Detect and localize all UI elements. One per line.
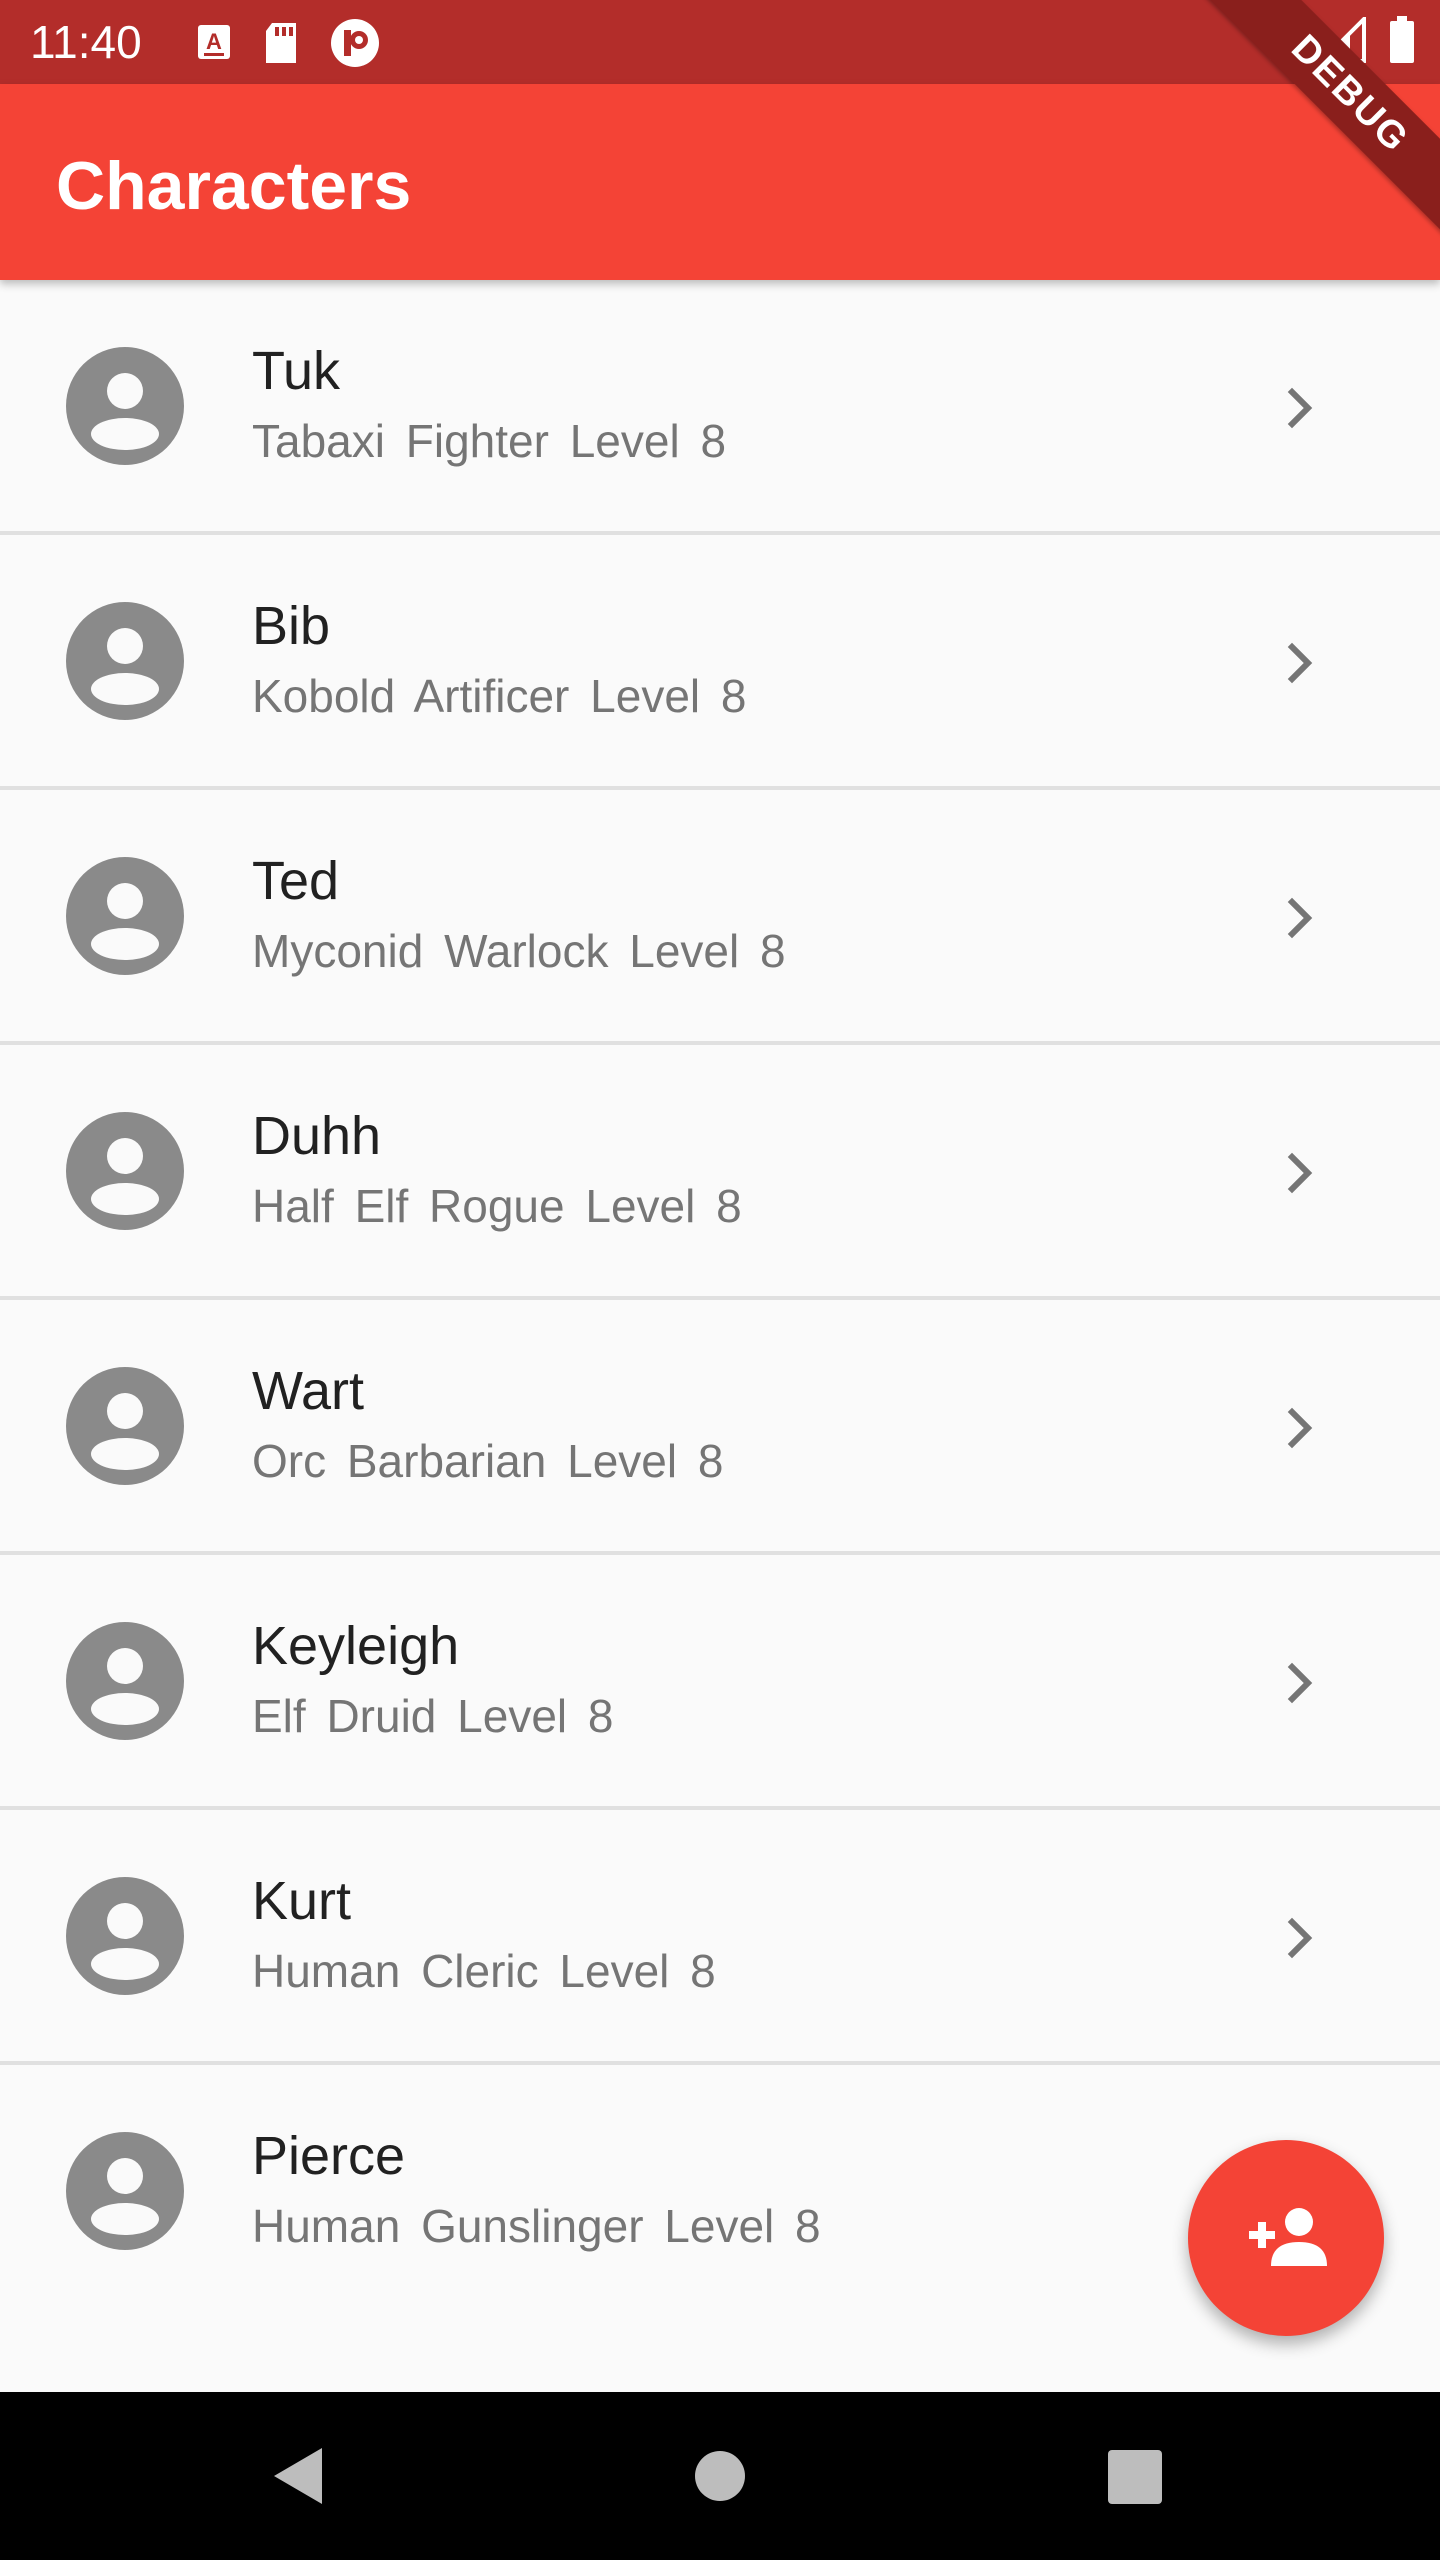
character-list-item[interactable]: Keyleigh Elf Druid Level 8 (0, 1555, 1440, 1810)
account-circle-icon (66, 1877, 184, 1995)
status-bar: 11:40 A (0, 0, 1440, 84)
status-left-icons: A (196, 18, 380, 73)
character-description: Elf Druid Level 8 (252, 1690, 614, 1742)
phone-screen: 11:40 A Characters DEBUG Tuk Tabaxi Figh… (0, 0, 1440, 2560)
account-circle-icon (66, 602, 184, 720)
account-circle-icon (66, 2132, 184, 2250)
page-title: Characters (56, 148, 412, 224)
sd-card-icon (262, 21, 300, 70)
character-description: Half Elf Rogue Level 8 (252, 1180, 742, 1232)
recents-icon[interactable] (1108, 2450, 1162, 2504)
app-bar: Characters (0, 84, 1440, 280)
person-add-icon (1245, 2204, 1327, 2273)
character-list-item[interactable]: Wart Orc Barbarian Level 8 (0, 1300, 1440, 1555)
wifi-icon (1244, 18, 1298, 67)
cell-signal-icon (1317, 14, 1366, 68)
account-circle-icon (66, 1112, 184, 1230)
back-icon[interactable] (268, 2444, 332, 2508)
character-list-item[interactable]: Kurt Human Cleric Level 8 (0, 1810, 1440, 2065)
chevron-right-icon (1270, 1143, 1330, 1203)
account-circle-icon (66, 347, 184, 465)
character-list: Tuk Tabaxi Fighter Level 8 Bib Kobold Ar… (0, 280, 1440, 2320)
account-circle-icon (66, 1367, 184, 1485)
svg-text:A: A (206, 29, 222, 54)
character-description: Myconid Warlock Level 8 (252, 925, 786, 977)
character-list-item[interactable]: Ted Myconid Warlock Level 8 (0, 790, 1440, 1045)
character-name: Pierce (252, 2126, 406, 2186)
character-name: Ted (252, 851, 340, 911)
a-download-icon: A (196, 23, 232, 68)
circle-app-icon (330, 18, 380, 73)
chevron-right-icon (1270, 1398, 1330, 1458)
chevron-right-icon (1270, 888, 1330, 948)
character-description: Orc Barbarian Level 8 (252, 1435, 724, 1487)
add-character-button[interactable] (1188, 2140, 1384, 2336)
character-name: Bib (252, 596, 331, 656)
character-name: Duhh (252, 1106, 382, 1166)
status-time: 11:40 (30, 16, 142, 68)
chevron-right-icon (1270, 1908, 1330, 1968)
chevron-right-icon (1270, 633, 1330, 693)
character-name: Keyleigh (252, 1616, 460, 1676)
character-description: Kobold Artificer Level 8 (252, 670, 747, 722)
character-list-item[interactable]: Duhh Half Elf Rogue Level 8 (0, 1045, 1440, 1300)
character-description: Human Gunslinger Level 8 (252, 2200, 821, 2252)
character-description: Human Cleric Level 8 (252, 1945, 716, 1997)
character-description: Tabaxi Fighter Level 8 (252, 415, 727, 467)
character-name: Kurt (252, 1871, 352, 1931)
account-circle-icon (66, 857, 184, 975)
battery-icon (1388, 16, 1416, 69)
chevron-right-icon (1270, 378, 1330, 438)
home-icon[interactable] (695, 2451, 745, 2501)
character-name: Tuk (252, 341, 341, 401)
character-list-item[interactable]: Bib Kobold Artificer Level 8 (0, 535, 1440, 790)
character-name: Wart (252, 1361, 364, 1421)
chevron-right-icon (1270, 1653, 1330, 1713)
character-list-item[interactable]: Tuk Tabaxi Fighter Level 8 (0, 280, 1440, 535)
account-circle-icon (66, 1622, 184, 1740)
system-nav-bar (0, 2392, 1440, 2560)
status-right-icons (1244, 14, 1416, 69)
